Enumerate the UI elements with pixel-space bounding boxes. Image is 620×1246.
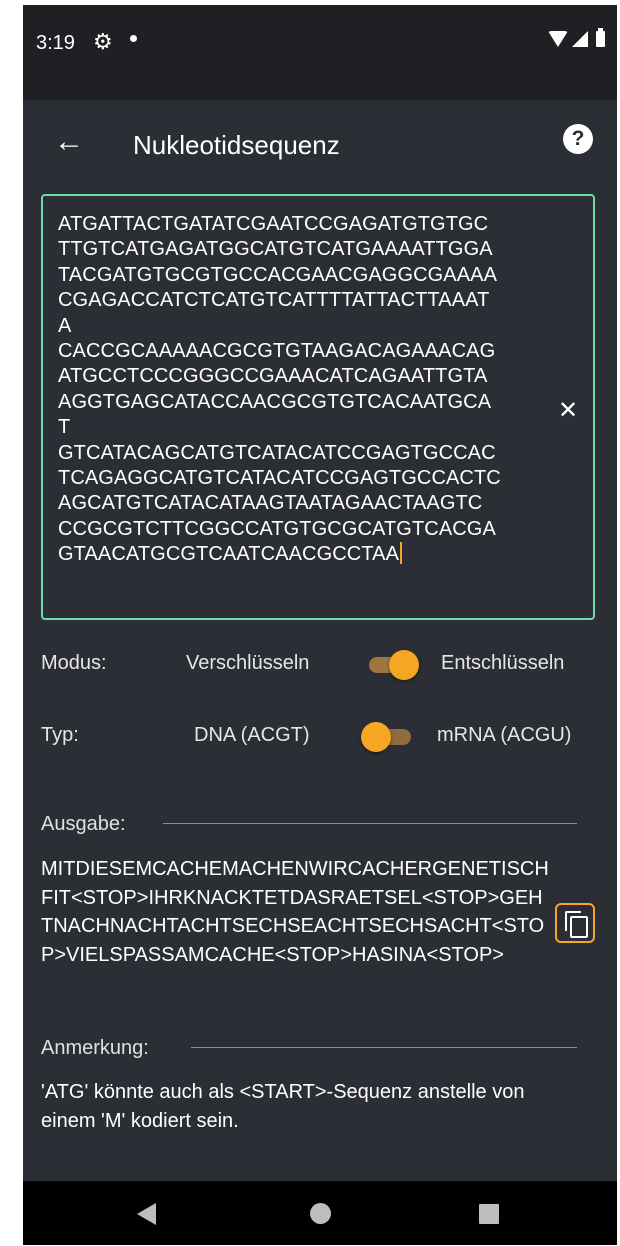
output-text: MITDIESEMCACHEMACHENWIRCACHERGENETISCHFI… [41, 858, 549, 966]
settings-notification-icon: ⚙ [93, 29, 113, 54]
sequence-line: T [58, 416, 71, 439]
nav-home-icon[interactable] [310, 1203, 331, 1224]
sequence-input-text[interactable]: ATGATTACTGATATCGAATCCGAGATGTGTGC TTGTCAT… [58, 212, 544, 568]
sequence-line: TACGATGTGCGTGCCACGAACGAGGCGAAAA [58, 263, 498, 286]
sequence-line: GTCATACAGCATGTCATACATCCGAGTGCCAC [58, 441, 496, 464]
nav-recents-icon[interactable] [479, 1204, 499, 1224]
signal-icon [572, 31, 588, 47]
sequence-line: CCGCGTCTTCGGCCATGTGCGCATGTCACGA [58, 517, 496, 540]
sequence-line: GTAACATGCGTCAATCAACGCCTAA [58, 543, 400, 566]
sequence-line: CACCGCAAAAACGCGTGTAAGACAGAAACAG [58, 340, 496, 363]
clear-icon[interactable]: ✕ [553, 396, 583, 426]
copy-icon[interactable] [555, 903, 595, 943]
type-row: Typ: DNA (ACGT) mRNA (ACGU) [41, 716, 601, 756]
output-label: Ausgabe: [41, 813, 126, 835]
sequence-line: A [58, 314, 72, 337]
help-icon[interactable]: ? [563, 124, 593, 154]
mode-option-decrypt[interactable]: Entschlüsseln [441, 652, 564, 675]
phone-screen: 3:19 ⚙ ← Nukleotidsequenz ? ATGATTACTGAT… [23, 5, 617, 1245]
wifi-icon [548, 31, 568, 47]
type-option-dna[interactable]: DNA (ACGT) [194, 724, 310, 747]
type-toggle[interactable] [361, 721, 413, 752]
battery-icon [596, 28, 605, 47]
mode-toggle-thumb [389, 650, 419, 680]
sequence-line: AGGTGAGCATACCAACGCGTGTCACAATGCA [58, 390, 492, 413]
sequence-line: AGCATGTCATACATAAGTAATAGAACTAAGTC [58, 492, 483, 515]
note-divider [191, 1047, 577, 1048]
nav-back-icon[interactable] [137, 1203, 156, 1225]
type-option-mrna[interactable]: mRNA (ACGU) [437, 724, 571, 747]
status-bar: 3:19 ⚙ [23, 5, 617, 100]
mode-toggle[interactable] [365, 649, 419, 680]
status-time: 3:19 [36, 32, 75, 54]
note-text: 'ATG' könnte auch als <START>-Sequenz an… [41, 1081, 525, 1132]
output-divider [163, 823, 577, 824]
back-arrow-icon[interactable]: ← [49, 122, 89, 162]
mode-label: Modus: [41, 652, 107, 674]
sequence-line: TTGTCATGAGATGGCATGTCATGAAAATTGGA [58, 238, 493, 261]
text-cursor [400, 542, 403, 565]
mode-option-encrypt[interactable]: Verschlüsseln [186, 652, 309, 675]
sequence-line: TCAGAGGCATGTCATACATCCGAGTGCCACTC [58, 467, 501, 490]
notification-dot-icon [130, 35, 137, 42]
type-toggle-thumb [361, 722, 391, 752]
page-title: Nukleotidsequenz [133, 130, 340, 160]
navigation-bar [23, 1181, 617, 1245]
mode-row: Modus: Verschlüsseln Entschlüsseln [41, 644, 601, 684]
sequence-line: ATGCCTCCCGGGCCGAAACATCAGAATTGTA [58, 365, 488, 388]
sequence-input[interactable]: ATGATTACTGATATCGAATCCGAGATGTGTGC TTGTCAT… [41, 194, 595, 620]
sequence-line: CGAGACCATCTCATGTCATTTTATTACTTAAAT [58, 289, 490, 312]
status-icons [548, 28, 605, 47]
sequence-line: ATGATTACTGATATCGAATCCGAGATGTGTGC [58, 213, 489, 235]
type-label: Typ: [41, 724, 79, 746]
app-bar: ← Nukleotidsequenz ? [23, 100, 617, 190]
note-label: Anmerkung: [41, 1037, 149, 1059]
